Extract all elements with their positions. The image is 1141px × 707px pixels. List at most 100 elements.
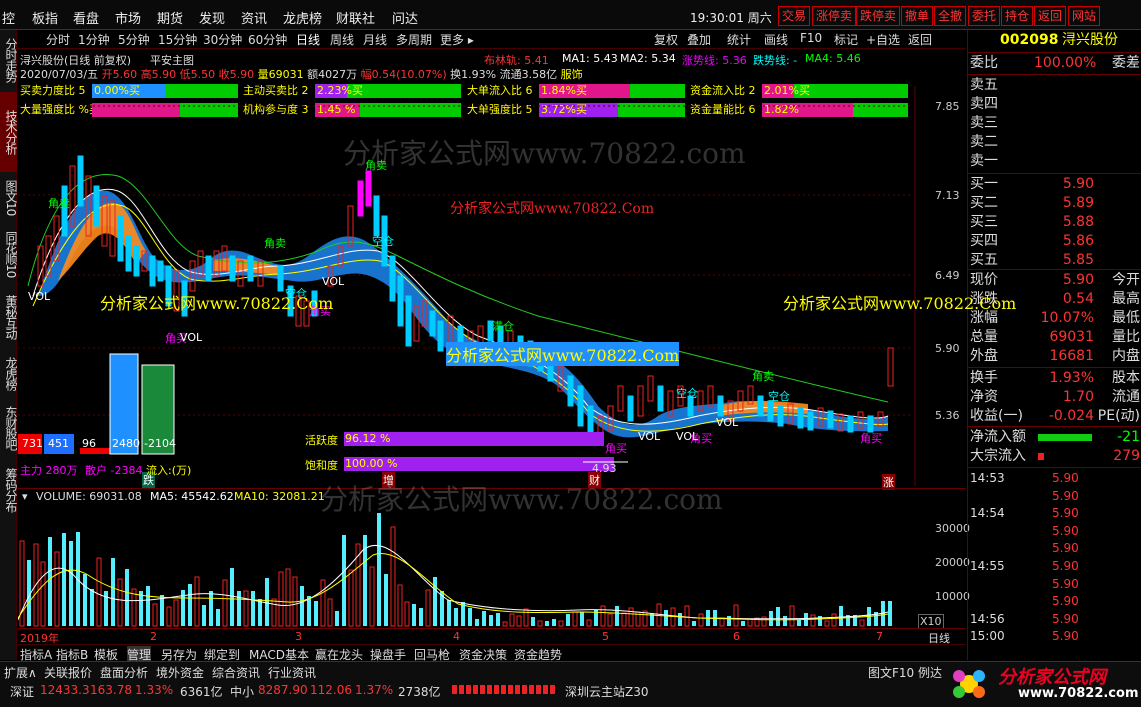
quote2-row-label: 收益(一) [970,408,1023,424]
tab-expand[interactable]: 扩展∧ [4,664,37,681]
candle [437,320,444,352]
left-tabs: 分时走势 技术分析 图文10 同花顺10 董秘互动 龙虎榜 东财股吧 筹码分布 [0,30,18,660]
volume-bar [733,604,739,627]
volume-bar [502,621,508,627]
volume-bar [454,608,458,626]
menu-futures[interactable]: 期货 [157,8,183,27]
price-tick: 6.49 [935,269,960,282]
tab-related-quote[interactable]: 关联报价 [44,664,92,681]
flow-value: 96 [82,437,96,450]
index-zx-label[interactable]: 中小 [230,683,254,700]
period-30m[interactable]: 30分钟 [203,31,242,48]
stats-button[interactable]: 统计 [727,31,751,48]
flow-value: 451 [48,437,69,450]
tab-comprehensive-news[interactable]: 综合资讯 [212,664,260,681]
quote2-row-value: -0.024 [1048,408,1094,424]
cancel-order-button[interactable]: 撤单 [901,6,934,26]
tick-price: 5.90 [1052,488,1079,503]
period-weekly[interactable]: 周线 [330,31,354,48]
position-button[interactable]: 持仓 [1001,6,1034,26]
cancel-all-button[interactable]: 全撤 [934,6,967,26]
volume-bar [377,513,381,626]
period-multi[interactable]: 多周期 [396,31,432,48]
menu-market[interactable]: 市场 [115,8,141,27]
tab-technical[interactable]: 技术分析 [0,92,18,172]
menu-wenda[interactable]: 问达 [392,8,418,27]
period-1m[interactable]: 1分钟 [78,31,110,48]
index-zx-pct: 1.37% [355,683,394,697]
period-5m[interactable]: 5分钟 [118,31,150,48]
period-intraday[interactable]: 分时 [46,31,70,48]
tab-intraday[interactable]: 分时走势 [0,32,18,88]
tab-lida[interactable]: 例达 [918,664,942,681]
quote-row-label: 外盘 [970,348,998,364]
tab-ths[interactable]: 同花顺10 [0,225,18,283]
quote-row-right-label: 最低 [1112,310,1140,326]
volume-bar [139,591,143,626]
tab-forum[interactable]: 东财股吧 [0,400,18,456]
menu-discover[interactable]: 发现 [199,8,225,27]
volume-bar [531,617,535,626]
volume-bar [607,613,613,627]
ohlc-row: 2020/07/03/五 开5.60 高5.90 低5.50 收5.90 量69… [20,66,583,82]
index-sz-label[interactable]: 深证 [10,683,34,700]
menu-news[interactable]: 资讯 [241,8,267,27]
tab-graphic[interactable]: 图文10 [0,176,18,220]
volume-bar [783,616,787,626]
volume-bar [586,619,592,627]
tick-row: 14:55 5.90 [968,558,1141,575]
period-daily[interactable]: 日线 [296,31,320,48]
volume-bar [69,541,73,626]
ask-row-label: 卖五 [970,77,998,93]
tab-industry-news[interactable]: 行业资讯 [268,664,316,681]
website-button[interactable]: 网站 [1068,6,1101,26]
tick-time: 14:55 [970,559,1005,573]
volume-bar [237,591,241,626]
activity-label: 活跃度 [305,434,338,447]
trade-button[interactable]: 交易 [778,6,811,26]
flow-value: -2104 [144,437,176,450]
period-monthly[interactable]: 月线 [363,31,387,48]
saturation-value: 100.00 % [345,457,398,470]
entrust-button[interactable]: 委托 [968,6,1001,26]
volume-bar [285,568,291,627]
period-more[interactable]: 更多 ▸ [440,31,474,48]
index-sz-pct: 1.33% [135,683,174,697]
tab-lhb[interactable]: 龙虎榜 [0,350,18,396]
tick-row: 5.90 [968,523,1141,540]
limit-down-sell-button[interactable]: 跌停卖 [856,6,901,26]
restore-button[interactable]: 复权 [654,31,678,48]
quote-row: 总量 69031 量比 [968,328,1141,347]
tab-secretary[interactable]: 董秘互动 [0,288,18,346]
tab-market-analysis[interactable]: 盘面分析 [100,664,148,681]
candle [373,195,380,237]
volume-bar [523,608,529,627]
tab-f10-graphic[interactable]: 图文F10 [868,664,914,681]
menu-cls[interactable]: 财联社 [336,8,375,27]
return-button[interactable]: 返回 [908,31,932,48]
ask-row: 卖四 [968,95,1141,114]
mark-button[interactable]: 标记 [834,31,858,48]
period-15m[interactable]: 15分钟 [158,31,197,48]
volume-chart[interactable] [18,500,918,628]
draw-button[interactable]: 画线 [764,31,788,48]
flow-value: 2480 [112,437,140,450]
f10-button[interactable]: F10 [800,31,822,45]
back-button[interactable]: 返回 [1034,6,1067,26]
tab-foreign-fund[interactable]: 境外资金 [156,664,204,681]
candle [357,180,364,217]
period-60m[interactable]: 60分钟 [248,31,287,48]
status-bar: 扩展∧ 关联报价 盘面分析 境外资金 综合资讯 行业资讯 图文F10 例达 深证… [0,661,1141,707]
volume-bar [90,589,94,626]
menu-control[interactable]: 控 [2,8,15,27]
menu-watch[interactable]: 看盘 [73,8,99,27]
volume-bar [552,619,556,626]
add-favorite-button[interactable]: +自选 [866,31,900,48]
quote2-row-right-label: PE(动) [1097,408,1140,424]
overlay-button[interactable]: 叠加 [687,31,711,48]
limit-up-sell-button[interactable]: 涨停卖 [812,6,857,26]
tab-chips[interactable]: 筹码分布 [0,460,18,520]
menu-index[interactable]: 板指 [32,8,58,27]
quote-row-right-label: 最高 [1112,291,1140,307]
menu-dragon-tiger[interactable]: 龙虎榜 [283,8,322,27]
